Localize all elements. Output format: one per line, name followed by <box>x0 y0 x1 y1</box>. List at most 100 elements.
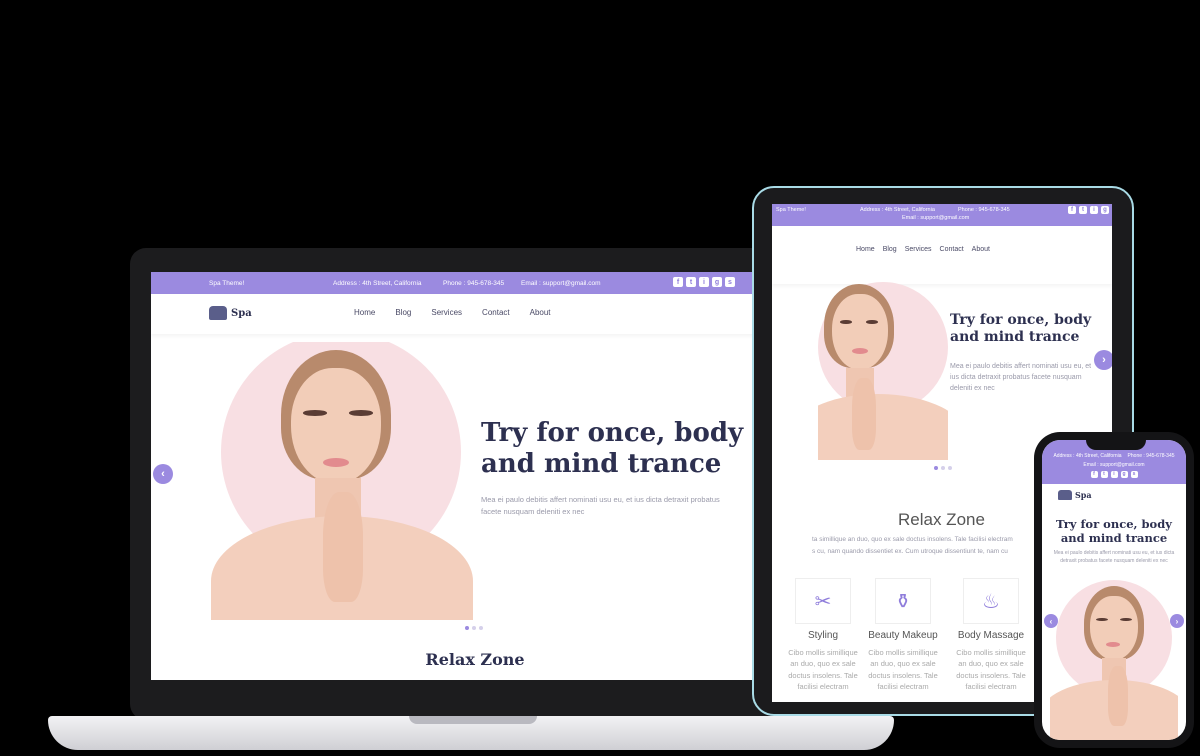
laptop-screen: Spa Theme! Address : 4th Street, Califor… <box>151 272 799 680</box>
facebook-icon[interactable]: f <box>1090 470 1098 478</box>
tablet-hero-title-line2: and mind trance <box>950 328 1080 345</box>
nav-contact[interactable]: Contact <box>482 308 510 317</box>
hero-title-line1: Try for once, body <box>481 418 744 448</box>
phone-notch <box>1086 436 1146 450</box>
tablet-slider-dots <box>934 466 952 470</box>
tablet-slider-next-button[interactable]: › <box>1094 350 1112 370</box>
skype-icon[interactable]: s <box>725 277 735 287</box>
facebook-icon[interactable]: f <box>673 277 683 287</box>
phone-screen: Address : 4th Street, California Phone :… <box>1042 440 1186 740</box>
tablet-relax-text-1: ta simillique an duo, quo ex sale doctus… <box>812 536 1013 543</box>
skype-icon[interactable]: s <box>1130 470 1138 478</box>
slider-dot-2[interactable] <box>941 466 945 470</box>
phone-social-links: f t i g s <box>1090 470 1138 478</box>
social-links: f t i g s <box>673 277 735 287</box>
top-info-bar: Spa Theme! Address : 4th Street, Califor… <box>151 272 799 294</box>
phone-hero-title-line2: and mind trance <box>1060 530 1168 545</box>
google-icon[interactable]: g <box>1120 470 1128 478</box>
phone-email-label: Email : support@gmail.com <box>1083 461 1145 468</box>
tablet-social-links: f t i g <box>1068 206 1109 214</box>
phone-brand-name: Spa <box>1075 490 1092 500</box>
chevron-left-icon: ‹ <box>161 468 165 480</box>
twitter-icon[interactable]: t <box>1100 470 1108 478</box>
main-nav: Home Blog Services Contact About <box>354 308 551 317</box>
address-label: Address : 4th Street, California <box>333 279 422 287</box>
tablet-email-label: Email : support@gmail.com <box>902 215 970 221</box>
phone-phone-label: Phone : 945-678-345 <box>1127 452 1175 459</box>
service-title: Body Massage <box>957 630 1025 641</box>
header: Spa Home Blog Services Contact About <box>151 294 799 334</box>
tablet-relax-title: Relax Zone <box>898 510 985 529</box>
slider-dot-2[interactable] <box>472 626 476 630</box>
phone-hero-text: Mea ei paulo debitis affert nominati usu… <box>1053 550 1175 564</box>
service-body-massage[interactable]: ♨ Body Massage Cibo mollis simillique an… <box>954 578 1028 692</box>
logo[interactable]: Spa <box>209 306 252 320</box>
hair-styling-icon: ✂ <box>795 578 851 624</box>
tablet-hero-text: Mea ei paulo debitis affert nominati usu… <box>950 363 1092 392</box>
nav-services[interactable]: Services <box>905 246 932 253</box>
tablet-theme-label: Spa Theme! <box>776 207 806 213</box>
massage-icon: ♨ <box>963 578 1019 624</box>
chevron-left-icon: ‹ <box>1049 616 1053 626</box>
email-label: Email : support@gmail.com <box>521 279 601 287</box>
service-title: Styling <box>807 630 838 641</box>
slider-dot-1[interactable] <box>465 626 469 630</box>
hero-model-image <box>211 342 473 620</box>
slider-dot-3[interactable] <box>479 626 483 630</box>
phone-slider-prev-button[interactable]: ‹ <box>1044 614 1058 628</box>
hero-slider: Try for once, body and mind trance Mea e… <box>151 334 799 630</box>
instagram-icon[interactable]: i <box>699 277 709 287</box>
service-desc: Cibo mollis simillique an duo, quo ex sa… <box>788 648 858 691</box>
nav-contact[interactable]: Contact <box>940 246 964 253</box>
tablet-top-info-bar: Spa Theme! Address : 4th Street, Califor… <box>772 204 1112 226</box>
phone-hero-model-image <box>1050 580 1178 740</box>
phone-logo[interactable]: Spa <box>1058 490 1092 500</box>
service-styling[interactable]: ✂ Styling Cibo mollis simillique an duo,… <box>786 578 860 692</box>
twitter-icon[interactable]: t <box>1079 206 1087 214</box>
cosmetics-icon: ⚱ <box>875 578 931 624</box>
nav-blog[interactable]: Blog <box>395 308 411 317</box>
tablet-hero-title: Try for once, body and mind trance <box>950 312 1091 346</box>
tablet-hero-title-line1: Try for once, body <box>950 312 1092 328</box>
instagram-icon[interactable]: i <box>1110 470 1118 478</box>
slider-prev-button[interactable]: ‹ <box>153 464 173 484</box>
tablet-main-nav: Home Blog Services Contact About <box>856 246 990 253</box>
service-beauty-makeup[interactable]: ⚱ Beauty Makeup Cibo mollis simillique a… <box>866 578 940 692</box>
slider-dot-3[interactable] <box>948 466 952 470</box>
hero-text: Mea ei paulo debitis affert nominati usu… <box>481 495 720 516</box>
chevron-right-icon: › <box>1175 616 1179 626</box>
slider-dot-1[interactable] <box>934 466 938 470</box>
chevron-right-icon: › <box>1102 354 1106 366</box>
spa-stones-icon <box>1058 490 1072 500</box>
brand-name: Spa <box>231 307 252 319</box>
relax-zone-title: Relax Zone <box>425 650 525 669</box>
twitter-icon[interactable]: t <box>686 277 696 287</box>
tablet-relax-text-2: s cu, nam quando dissentiet ex. Cum utro… <box>812 548 1008 555</box>
slider-dots <box>465 626 483 630</box>
google-icon[interactable]: g <box>1101 206 1109 214</box>
nav-home[interactable]: Home <box>354 308 375 317</box>
service-desc: Cibo mollis simillique an duo, quo ex sa… <box>956 648 1026 691</box>
nav-blog[interactable]: Blog <box>883 246 897 253</box>
phone-hero-title-line1: Try for once, body <box>1056 517 1172 531</box>
phone-slider-next-button[interactable]: › <box>1170 614 1184 628</box>
instagram-icon[interactable]: i <box>1090 206 1098 214</box>
phone-label: Phone : 945-678-345 <box>443 279 505 287</box>
spa-stones-icon <box>209 306 227 320</box>
facebook-icon[interactable]: f <box>1068 206 1076 214</box>
nav-services[interactable]: Services <box>431 308 462 317</box>
phone-hero-title: Try for once, body and mind trance <box>1042 517 1186 546</box>
tablet-hero-model-image <box>818 282 948 460</box>
phone-address-label: Address : 4th Street, California <box>1053 452 1122 459</box>
nav-about[interactable]: About <box>972 246 990 253</box>
service-title: Beauty Makeup <box>868 630 938 641</box>
tablet-header: Home Blog Services Contact About <box>772 226 1112 284</box>
hero-title-line2: and mind trance <box>481 449 722 480</box>
tablet-phone-label: Phone : 945-678-345 <box>958 207 1010 213</box>
nav-home[interactable]: Home <box>856 246 875 253</box>
tablet-address-label: Address : 4th Street, California <box>860 207 935 213</box>
nav-about[interactable]: About <box>530 308 551 317</box>
theme-label: Spa Theme! <box>209 279 245 287</box>
google-icon[interactable]: g <box>712 277 722 287</box>
service-desc: Cibo mollis simillique an duo, quo ex sa… <box>868 648 938 691</box>
